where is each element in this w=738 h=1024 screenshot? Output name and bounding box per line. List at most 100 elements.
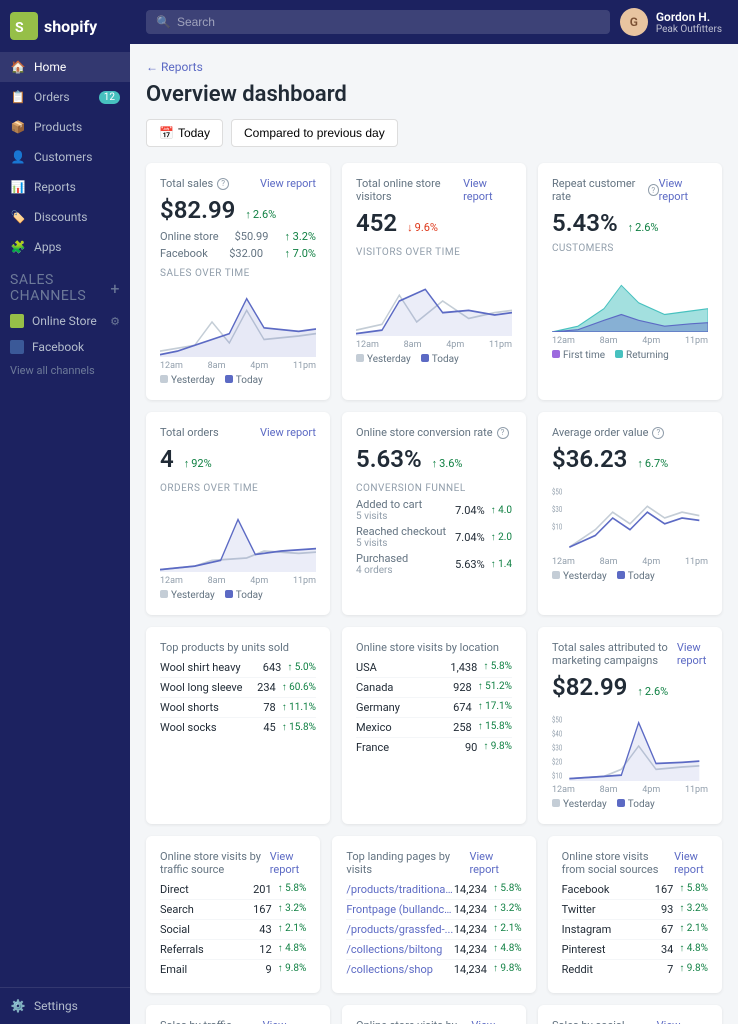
sidebar-item-products[interactable]: 📦 Products — [0, 112, 130, 142]
repeat-customer-link[interactable]: View report — [659, 177, 708, 203]
sidebar-item-orders[interactable]: 📋 Orders 12 — [0, 82, 130, 112]
settings-label: Settings — [34, 999, 78, 1013]
search-input[interactable] — [177, 15, 600, 29]
sidebar-item-discounts[interactable]: 🏷️ Discounts — [0, 202, 130, 232]
sidebar-item-apps[interactable]: 🧩 Apps — [0, 232, 130, 262]
conversion-rate-change: 3.6% — [432, 457, 463, 470]
main-content: 🔍 G Gordon H. Peak Outfitters ← Reports … — [130, 0, 738, 1024]
marketing-legend: Yesterday Today — [552, 799, 708, 810]
mktg-today-icon — [617, 799, 625, 807]
total-visitors-link[interactable]: View report — [463, 177, 512, 203]
orders-over-time-label: ORDERS OVER TIME — [160, 483, 316, 494]
sales-over-time-label: SALES OVER TIME — [160, 268, 316, 279]
conversion-rate-value: 5.63% — [356, 445, 422, 473]
visits-traffic-link[interactable]: View report — [270, 850, 307, 876]
landing-pages-link[interactable]: View report — [469, 850, 521, 876]
total-sales-value: $82.99 — [160, 196, 235, 224]
channel-facebook[interactable]: Facebook — [0, 334, 130, 360]
repeat-customer-card: Repeat customer rate ? View report 5.43%… — [538, 163, 722, 400]
compare-button[interactable]: Compared to previous day — [231, 119, 398, 147]
sidebar-item-settings[interactable]: ⚙️ Settings — [0, 987, 130, 1024]
sidebar-item-customers[interactable]: 👤 Customers — [0, 142, 130, 172]
conversion-funnel: Added to cart 5 visits 7.04% ↑ 4.0 Reach… — [356, 498, 512, 576]
total-orders-link[interactable]: View report — [260, 426, 316, 439]
search-bar[interactable]: 🔍 — [146, 10, 610, 34]
social-row-2: Twitter 93↑ 3.2% — [562, 900, 708, 920]
conversion-rate-info-icon[interactable]: ? — [497, 427, 509, 439]
social-row-5: Reddit 7↑ 9.8% — [562, 960, 708, 979]
avg-order-info-icon[interactable]: ? — [652, 427, 664, 439]
product-row-4: Wool socks 45 ↑ 15.8% — [160, 718, 316, 737]
repeat-customer-chart-labels: 12am 8am 4pm 11pm — [552, 336, 708, 346]
total-orders-card: Total orders View report 4 92% ORDERS OV… — [146, 412, 330, 615]
svg-text:$30: $30 — [552, 504, 562, 514]
view-all-channels[interactable]: View all channels — [0, 360, 130, 381]
search-icon: 🔍 — [156, 15, 171, 29]
calendar-icon: 📅 — [159, 126, 174, 140]
total-orders-title: Total orders — [160, 426, 219, 439]
sales-channels-section: SALES CHANNELS + — [0, 262, 130, 308]
user-menu[interactable]: G Gordon H. Peak Outfitters — [620, 8, 722, 36]
customers-icon: 👤 — [10, 149, 26, 165]
channel-online-store[interactable]: Online Store ⚙ — [0, 308, 130, 334]
landing-row-4: /collections/biltong 14,234↑ 4.8% — [346, 940, 521, 960]
avg-order-legend: Yesterday Today — [552, 571, 708, 582]
page-title: Overview dashboard — [146, 82, 722, 107]
online-store-dot-icon — [10, 314, 24, 328]
total-sales-link[interactable]: View report — [260, 177, 316, 190]
date-controls: 📅 Today Compared to previous day — [146, 119, 722, 147]
marketing-sales-title: Total sales attributed to marketing camp… — [552, 641, 677, 667]
location-row-2: Canada 928 ↑ 51.2% — [356, 678, 512, 698]
traffic-row-2: Search 167↑ 3.2% — [160, 900, 306, 920]
mktg-yesterday-icon — [552, 799, 560, 807]
svg-text:$30: $30 — [552, 743, 562, 753]
orders-badge: 12 — [99, 91, 120, 104]
sidebar-item-home[interactable]: 🏠 Home — [0, 52, 130, 82]
dashboard-content: ← Reports Overview dashboard 📅 Today Com… — [130, 44, 738, 1024]
visits-device-link[interactable]: View report — [471, 1019, 512, 1024]
today-legend-icon — [225, 375, 233, 383]
landing-pages-title: Top landing pages by visits — [346, 850, 469, 876]
breadcrumb[interactable]: ← Reports — [146, 60, 722, 74]
visits-traffic-list: Direct 201↑ 5.8% Search 167↑ 3.2% Social… — [160, 880, 306, 979]
visitors-legend: Yesterday Today — [356, 354, 512, 365]
sidebar-item-reports-label: Reports — [34, 180, 76, 194]
sidebar-item-home-label: Home — [34, 60, 66, 74]
repeat-customer-legend: First time Returning — [552, 350, 708, 361]
settings-icon: ⚙️ — [10, 998, 26, 1014]
orders-today-icon — [225, 590, 233, 598]
online-store-settings-icon[interactable]: ⚙ — [110, 315, 120, 328]
sidebar-item-customers-label: Customers — [34, 150, 92, 164]
conversion-rate-card: Online store conversion rate ? 5.63% 3.6… — [342, 412, 526, 615]
sales-traffic-link[interactable]: View report — [263, 1019, 316, 1024]
traffic-row-3: Social 43↑ 2.1% — [160, 920, 306, 940]
orders-legend: Yesterday Today — [160, 590, 316, 601]
top-products-list: Wool shirt heavy 643 ↑ 5.0% Wool long sl… — [160, 658, 316, 737]
sales-social-link[interactable]: View report — [657, 1019, 708, 1024]
total-visitors-title: Total online store visitors — [356, 177, 463, 203]
visits-device-card: Online store visits by device type View … — [342, 1005, 526, 1024]
repeat-customer-info-icon[interactable]: ? — [648, 184, 659, 196]
svg-text:S: S — [15, 20, 24, 36]
total-sales-info-icon[interactable]: ? — [217, 178, 229, 190]
avg-today-icon — [617, 571, 625, 579]
visits-traffic-title: Online store visits by traffic source — [160, 850, 270, 876]
orders-icon: 📋 — [10, 89, 26, 105]
topbar: 🔍 G Gordon H. Peak Outfitters — [130, 0, 738, 44]
marketing-sales-card: Total sales attributed to marketing camp… — [538, 627, 722, 824]
landing-pages-list: /products/traditional-... 14,234↑ 5.8% F… — [346, 880, 521, 979]
today-button[interactable]: 📅 Today — [146, 119, 223, 147]
avg-yesterday-icon — [552, 571, 560, 579]
visits-social-link[interactable]: View report — [674, 850, 708, 876]
sidebar-item-apps-label: Apps — [34, 240, 62, 254]
orders-chart — [160, 502, 316, 572]
add-channel-icon[interactable]: + — [110, 279, 120, 298]
total-sales-title: Total sales ? — [160, 177, 229, 190]
sales-social-title: Sales by social sources — [552, 1019, 657, 1024]
marketing-sales-link[interactable]: View report — [677, 641, 708, 667]
customers-label: CUSTOMERS — [552, 243, 708, 254]
yesterday-dot-icon — [356, 354, 364, 362]
marketing-chart: $50 $40 $30 $20 $10 — [552, 711, 708, 781]
total-sales-card: Total sales ? View report $82.99 2.6% On… — [146, 163, 330, 400]
sidebar-item-reports[interactable]: 📊 Reports — [0, 172, 130, 202]
